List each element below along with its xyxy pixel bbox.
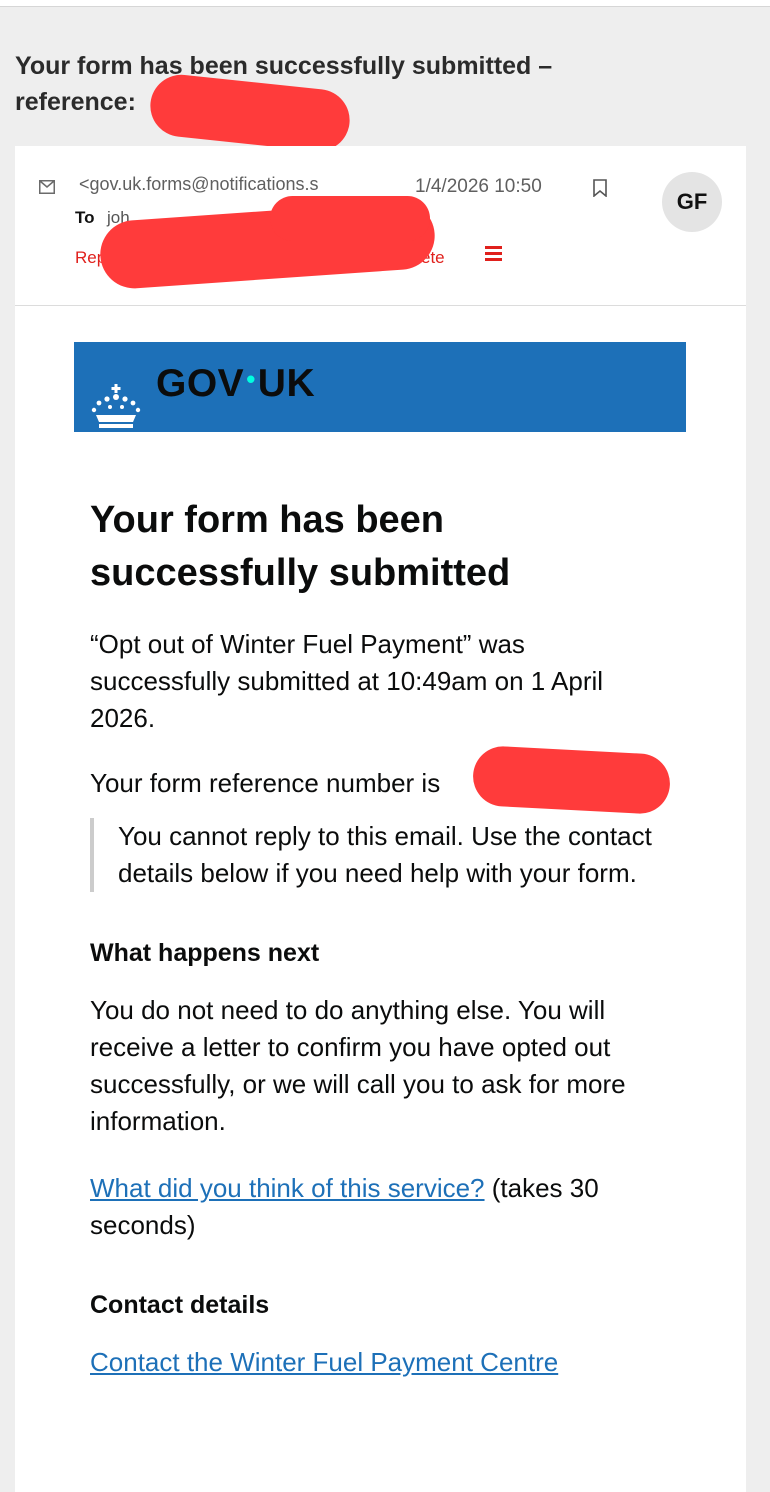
sender-avatar[interactable]: GF: [662, 172, 722, 232]
email-header: <gov.uk.forms@notifications.s 1/4/2026 1…: [15, 146, 746, 306]
submission-summary: “Opt out of Winter Fuel Payment” was suc…: [90, 629, 604, 733]
to-label: To: [75, 208, 95, 227]
inset-text: You cannot reply to this email. Use the …: [118, 821, 652, 888]
menu-icon[interactable]: [485, 246, 502, 261]
email-body: Your form has been successfully submitte…: [90, 494, 670, 1381]
govuk-logo[interactable]: GOV•UK: [156, 362, 315, 406]
what-happens-next-text: You do not need to do anything else. You…: [90, 995, 626, 1136]
envelope-icon: [39, 180, 55, 194]
sender-address[interactable]: <gov.uk.forms@notifications.s: [79, 174, 319, 195]
email-date: 1/4/2026 10:50: [415, 176, 542, 197]
crown-icon: [91, 384, 141, 428]
govuk-banner: GOV•UK: [74, 342, 686, 432]
contact-link[interactable]: Contact the Winter Fuel Payment Centre: [90, 1347, 558, 1377]
no-reply-inset: You cannot reply to this email. Use the …: [90, 818, 670, 892]
govuk-logo-gov: GOV: [156, 362, 245, 405]
redaction-reference: [471, 744, 672, 816]
contact-paragraph: Contact the Winter Fuel Payment Centre: [90, 1344, 670, 1381]
confirmation-heading: Your form has been successfully submitte…: [90, 499, 511, 594]
bookmark-icon[interactable]: [593, 179, 607, 197]
redaction-recipient-2: [270, 196, 430, 241]
govuk-logo-uk: UK: [257, 362, 316, 405]
feedback-paragraph: What did you think of this service? (tak…: [90, 1170, 670, 1244]
what-happens-next-heading: What happens next: [90, 939, 320, 967]
window-top-border: [0, 0, 770, 7]
govuk-logo-dot: •: [246, 364, 256, 394]
email-card: <gov.uk.forms@notifications.s 1/4/2026 1…: [15, 146, 746, 1492]
reference-label: Your form reference number is: [90, 768, 441, 798]
feedback-link[interactable]: What did you think of this service?: [90, 1173, 485, 1203]
subject-line-1: Your form has been successfully submitte…: [15, 52, 553, 80]
contact-details-heading: Contact details: [90, 1291, 270, 1319]
